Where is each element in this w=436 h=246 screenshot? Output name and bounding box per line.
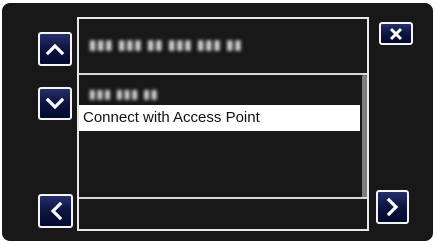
list-item[interactable]: ▮▮▮ ▮▮▮ ▮▮ xyxy=(89,87,159,101)
scroll-up-button[interactable] xyxy=(38,32,72,66)
list-item-connect-access-point[interactable]: Connect with Access Point xyxy=(79,105,360,131)
next-button[interactable] xyxy=(376,190,409,224)
back-button[interactable] xyxy=(38,194,73,228)
network-list-frame: ▮▮▮ ▮▮▮ ▮▮ ▮▮▮ ▮▮▮ ▮▮ ▮▮▮ ▮▮▮ ▮▮ Connect… xyxy=(77,17,369,231)
list-header-title: ▮▮▮ ▮▮▮ ▮▮ ▮▮▮ ▮▮▮ ▮▮ xyxy=(89,37,243,52)
list-footer xyxy=(79,197,367,229)
close-button[interactable] xyxy=(379,22,413,45)
dialog-panel: ▮▮▮ ▮▮▮ ▮▮ ▮▮▮ ▮▮▮ ▮▮ ▮▮▮ ▮▮▮ ▮▮ Connect… xyxy=(2,3,433,241)
chevron-up-icon xyxy=(45,43,65,56)
network-list: ▮▮▮ ▮▮▮ ▮▮ Connect with Access Point xyxy=(79,75,367,199)
list-header: ▮▮▮ ▮▮▮ ▮▮ ▮▮▮ ▮▮▮ ▮▮ xyxy=(79,19,367,75)
chevron-down-icon xyxy=(45,97,65,109)
chevron-right-icon xyxy=(386,197,398,217)
close-icon xyxy=(389,27,403,40)
screen: ▮▮▮ ▮▮▮ ▮▮ ▮▮▮ ▮▮▮ ▮▮ ▮▮▮ ▮▮▮ ▮▮ Connect… xyxy=(0,0,436,246)
chevron-left-icon xyxy=(50,201,62,221)
scrollbar[interactable] xyxy=(362,75,367,199)
scroll-thumb[interactable] xyxy=(362,75,367,199)
scroll-down-button[interactable] xyxy=(38,87,72,120)
